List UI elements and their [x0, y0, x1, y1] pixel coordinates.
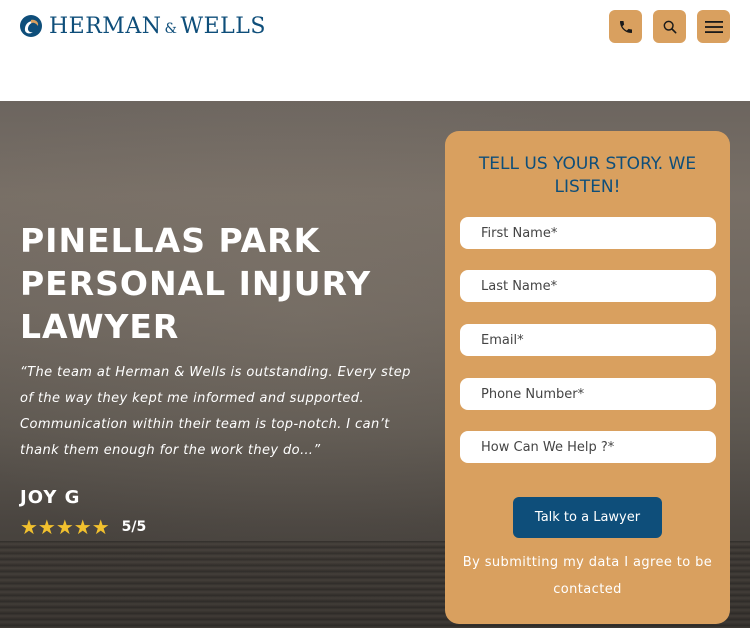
logo[interactable]: HERMAN & WELLS: [19, 12, 266, 40]
star-rating-icons: ★★★★★: [20, 515, 110, 539]
first-name-field[interactable]: [460, 217, 716, 249]
hamburger-menu-icon: [704, 20, 723, 33]
logo-name-herman: HERMAN: [49, 13, 162, 39]
search-button[interactable]: [653, 10, 686, 43]
testimonial-rating: ★★★★★ 5/5: [20, 515, 146, 539]
logo-name-wells: WELLS: [180, 13, 266, 39]
talk-to-lawyer-button[interactable]: Talk to a Lawyer: [513, 497, 662, 538]
swirl-logo-icon: [20, 15, 42, 37]
phone-field[interactable]: [460, 378, 716, 410]
help-field[interactable]: [460, 431, 716, 463]
phone-icon: [619, 20, 632, 33]
email-field[interactable]: [460, 324, 716, 356]
logo-text: HERMAN & WELLS: [49, 14, 266, 39]
consent-text: By submitting my data I agree to be cont…: [462, 555, 713, 597]
logo-ampersand: &: [164, 20, 178, 37]
site-header: HERMAN & WELLS: [0, 0, 750, 101]
rating-score: 5/5: [121, 519, 147, 535]
page-title: PINELLAS PARK PERSONAL INJURY LAWYER: [20, 221, 372, 346]
testimonial-author: JOY G: [20, 487, 81, 508]
form-title: TELL US YOUR STORY. WE LISTEN!: [478, 154, 697, 197]
contact-form: TELL US YOUR STORY. WE LISTEN! Talk to a…: [445, 131, 730, 624]
menu-button[interactable]: [697, 10, 730, 43]
search-icon: [663, 20, 676, 33]
last-name-field[interactable]: [460, 270, 716, 302]
phone-button[interactable]: [609, 10, 642, 43]
testimonial-quote: “The team at Herman & Wells is outstandi…: [20, 365, 411, 458]
